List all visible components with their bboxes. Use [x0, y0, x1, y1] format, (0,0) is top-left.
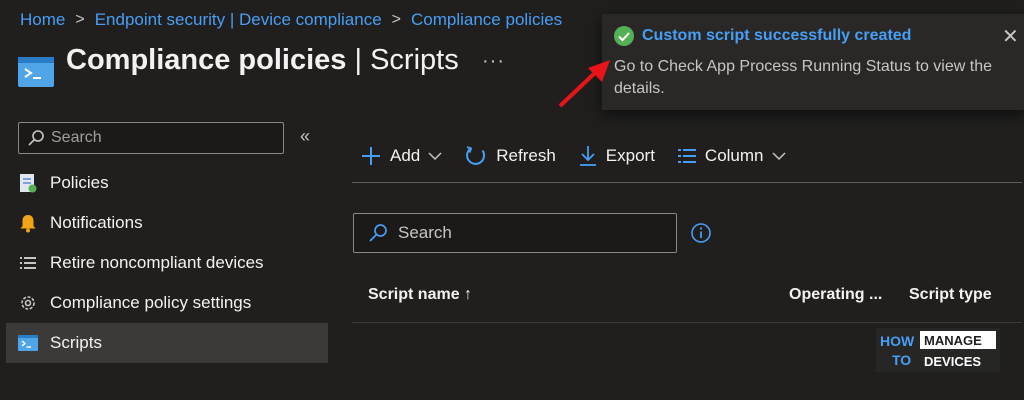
notification-message: Go to Check App Process Running Status t…: [614, 58, 992, 97]
column-label: Column: [704, 146, 764, 165]
chevron-down-icon: [771, 152, 786, 161]
search-icon: [28, 130, 44, 146]
breadcrumb-device-compliance[interactable]: Endpoint security | Device compliance: [95, 10, 382, 30]
column-header-script-name[interactable]: Script name ↑: [368, 286, 472, 304]
page-title-separator: |: [346, 44, 371, 76]
export-button[interactable]: Export: [578, 145, 655, 167]
sidebar-item-retire-noncompliant[interactable]: Retire noncompliant devices: [6, 243, 328, 283]
chevron-down-icon: [428, 152, 442, 161]
plus-icon: [362, 147, 380, 165]
info-icon[interactable]: [690, 222, 712, 244]
collapse-sidebar-button[interactable]: «: [300, 126, 310, 147]
close-icon[interactable]: ✕: [1002, 24, 1019, 49]
howto-manage-devices-logo-icon: HOW TO MANAGE DEVICES: [876, 328, 1000, 372]
column-header-script-type[interactable]: Script type: [909, 286, 992, 304]
sidebar-item-policies[interactable]: Policies: [6, 163, 328, 203]
sidebar-item-label: Compliance policy settings: [50, 293, 252, 312]
column-button[interactable]: Column: [677, 146, 786, 166]
sidebar-item-compliance-settings[interactable]: Compliance policy settings: [6, 283, 328, 323]
refresh-icon: [466, 146, 486, 165]
script-icon: [18, 333, 38, 353]
sidebar-search-box[interactable]: [18, 122, 284, 154]
download-icon: [579, 146, 596, 166]
refresh-button[interactable]: Refresh: [464, 144, 556, 168]
notification-title: Custom script successfully created: [642, 27, 912, 44]
add-label: Add: [390, 146, 421, 165]
add-button[interactable]: Add: [360, 145, 442, 167]
sidebar-item-label: Notifications: [50, 213, 143, 232]
sidebar-nav: Policies Notifications Retire noncomplia…: [6, 163, 328, 363]
sidebar-item-label: Scripts: [50, 333, 102, 352]
watermark-manage: MANAGE: [924, 333, 982, 348]
breadcrumb: Home > Endpoint security | Device compli…: [20, 10, 562, 30]
command-bar: Add Refresh Export Column: [360, 140, 808, 172]
toolbar-divider: [352, 182, 1022, 183]
gear-icon: [18, 293, 38, 313]
table-header-divider: [352, 322, 1022, 323]
export-label: Export: [605, 146, 655, 165]
search-icon: [369, 224, 387, 242]
success-notification: Custom script successfully created Go to…: [602, 14, 1024, 110]
more-options-button[interactable]: ···: [482, 50, 505, 73]
watermark-to: TO: [892, 352, 911, 368]
refresh-label: Refresh: [496, 146, 556, 165]
page-title-section: Scripts: [370, 44, 459, 76]
sidebar-item-scripts[interactable]: Scripts: [6, 323, 328, 363]
sidebar-search-input[interactable]: [51, 129, 271, 147]
breadcrumb-compliance-policies[interactable]: Compliance policies: [411, 10, 562, 30]
watermark-how: HOW: [880, 333, 915, 349]
columns-icon: [677, 149, 696, 163]
main-search-box[interactable]: [353, 213, 677, 253]
sidebar-item-notifications[interactable]: Notifications: [6, 203, 328, 243]
list-icon: [18, 253, 38, 273]
script-app-icon: [18, 57, 54, 87]
column-header-operating-system[interactable]: Operating ...: [789, 286, 882, 304]
main-search-input[interactable]: [398, 223, 658, 243]
policy-icon: [18, 173, 38, 193]
watermark-logo: HOW TO MANAGE DEVICES: [876, 328, 1000, 372]
annotation-arrow-icon: [558, 60, 610, 108]
chevron-right-icon: >: [391, 11, 401, 28]
sidebar-item-label: Retire noncompliant devices: [50, 253, 264, 272]
page-title: Compliance policies | Scripts: [66, 44, 459, 77]
bell-icon: [18, 213, 38, 233]
page-title-main: Compliance policies: [66, 44, 347, 76]
success-check-icon: [614, 26, 634, 46]
watermark-devices: DEVICES: [924, 354, 981, 369]
breadcrumb-home[interactable]: Home: [20, 10, 65, 30]
sidebar-item-label: Policies: [50, 173, 109, 192]
chevron-right-icon: >: [75, 11, 85, 28]
